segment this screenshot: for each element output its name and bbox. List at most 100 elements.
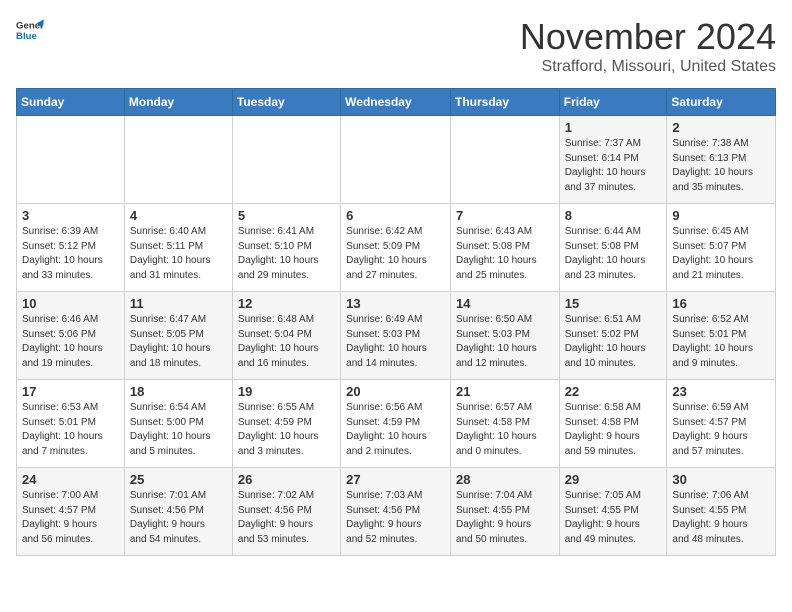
day-info: Sunrise: 6:48 AM Sunset: 5:04 PM Dayligh… <box>238 313 335 371</box>
day-info: Sunrise: 6:43 AM Sunset: 5:08 PM Dayligh… <box>456 225 554 283</box>
day-info: Sunrise: 6:44 AM Sunset: 5:08 PM Dayligh… <box>565 225 662 283</box>
calendar-body: 1 Sunrise: 7:37 AM Sunset: 6:14 PM Daylig… <box>17 116 776 556</box>
day-number: 12 <box>238 296 335 311</box>
day-number: 6 <box>346 208 445 223</box>
day-number: 18 <box>130 384 227 399</box>
day-number: 1 <box>565 120 662 135</box>
day-number: 22 <box>565 384 662 399</box>
calendar-cell: 11 Sunrise: 6:47 AM Sunset: 5:05 PM Dayli… <box>124 292 232 380</box>
calendar-cell: 4 Sunrise: 6:40 AM Sunset: 5:11 PM Daylig… <box>124 204 232 292</box>
day-info: Sunrise: 6:45 AM Sunset: 5:07 PM Dayligh… <box>672 225 770 283</box>
day-info: Sunrise: 6:46 AM Sunset: 5:06 PM Dayligh… <box>22 313 119 371</box>
calendar-cell: 24 Sunrise: 7:00 AM Sunset: 4:57 PM Dayli… <box>17 468 125 556</box>
calendar-cell: 1 Sunrise: 7:37 AM Sunset: 6:14 PM Daylig… <box>559 116 667 204</box>
day-info: Sunrise: 6:56 AM Sunset: 4:59 PM Dayligh… <box>346 401 445 459</box>
calendar-cell: 19 Sunrise: 6:55 AM Sunset: 4:59 PM Dayli… <box>232 380 340 468</box>
day-number: 21 <box>456 384 554 399</box>
calendar-cell <box>450 116 559 204</box>
calendar-cell: 3 Sunrise: 6:39 AM Sunset: 5:12 PM Daylig… <box>17 204 125 292</box>
day-of-week-header: Saturday <box>667 89 776 116</box>
calendar-table: SundayMondayTuesdayWednesdayThursdayFrid… <box>16 88 776 556</box>
day-number: 10 <box>22 296 119 311</box>
day-number: 17 <box>22 384 119 399</box>
day-info: Sunrise: 6:53 AM Sunset: 5:01 PM Dayligh… <box>22 401 119 459</box>
day-number: 3 <box>22 208 119 223</box>
day-info: Sunrise: 6:58 AM Sunset: 4:58 PM Dayligh… <box>565 401 662 459</box>
day-info: Sunrise: 7:01 AM Sunset: 4:56 PM Dayligh… <box>130 489 227 547</box>
calendar-cell: 13 Sunrise: 6:49 AM Sunset: 5:03 PM Dayli… <box>341 292 451 380</box>
calendar-cell: 18 Sunrise: 6:54 AM Sunset: 5:00 PM Dayli… <box>124 380 232 468</box>
calendar-cell: 25Sunrise: 7:01 AM Sunset: 4:56 PM Dayli… <box>124 468 232 556</box>
day-info: Sunrise: 6:50 AM Sunset: 5:03 PM Dayligh… <box>456 313 554 371</box>
calendar-week-row: 3 Sunrise: 6:39 AM Sunset: 5:12 PM Daylig… <box>17 204 776 292</box>
calendar-week-row: 1 Sunrise: 7:37 AM Sunset: 6:14 PM Daylig… <box>17 116 776 204</box>
location: Strafford, Missouri, United States <box>520 58 776 76</box>
calendar-cell: 5Sunrise: 6:41 AM Sunset: 5:10 PM Daylig… <box>232 204 340 292</box>
calendar-cell: 20 Sunrise: 6:56 AM Sunset: 4:59 PM Dayli… <box>341 380 451 468</box>
day-info: Sunrise: 6:59 AM Sunset: 4:57 PM Dayligh… <box>672 401 770 459</box>
day-info: Sunrise: 7:37 AM Sunset: 6:14 PM Dayligh… <box>565 137 662 195</box>
day-number: 20 <box>346 384 445 399</box>
day-info: Sunrise: 7:02 AM Sunset: 4:56 PM Dayligh… <box>238 489 335 547</box>
svg-text:Blue: Blue <box>16 31 37 42</box>
logo: General Blue <box>16 16 44 44</box>
title-area: November 2024 Strafford, Missouri, Unite… <box>520 16 776 76</box>
day-number: 24 <box>22 472 119 487</box>
page-header: General Blue November 2024 Strafford, Mi… <box>16 16 776 76</box>
day-info: Sunrise: 6:47 AM Sunset: 5:05 PM Dayligh… <box>130 313 227 371</box>
day-info: Sunrise: 7:06 AM Sunset: 4:55 PM Dayligh… <box>672 489 770 547</box>
calendar-cell: 30 Sunrise: 7:06 AM Sunset: 4:55 PM Dayli… <box>667 468 776 556</box>
calendar-cell <box>232 116 340 204</box>
calendar-header-row: SundayMondayTuesdayWednesdayThursdayFrid… <box>17 89 776 116</box>
calendar-week-row: 17 Sunrise: 6:53 AM Sunset: 5:01 PM Dayli… <box>17 380 776 468</box>
calendar-cell: 17 Sunrise: 6:53 AM Sunset: 5:01 PM Dayli… <box>17 380 125 468</box>
day-of-week-header: Monday <box>124 89 232 116</box>
calendar-cell: 7 Sunrise: 6:43 AM Sunset: 5:08 PM Daylig… <box>450 204 559 292</box>
calendar-cell: 23Sunrise: 6:59 AM Sunset: 4:57 PM Dayli… <box>667 380 776 468</box>
day-number: 26 <box>238 472 335 487</box>
day-info: Sunrise: 7:00 AM Sunset: 4:57 PM Dayligh… <box>22 489 119 547</box>
calendar-cell <box>17 116 125 204</box>
day-number: 19 <box>238 384 335 399</box>
day-of-week-header: Sunday <box>17 89 125 116</box>
day-number: 2 <box>672 120 770 135</box>
day-info: Sunrise: 6:52 AM Sunset: 5:01 PM Dayligh… <box>672 313 770 371</box>
day-info: Sunrise: 6:54 AM Sunset: 5:00 PM Dayligh… <box>130 401 227 459</box>
day-number: 16 <box>672 296 770 311</box>
day-info: Sunrise: 6:57 AM Sunset: 4:58 PM Dayligh… <box>456 401 554 459</box>
calendar-cell: 2 Sunrise: 7:38 AM Sunset: 6:13 PM Daylig… <box>667 116 776 204</box>
day-info: Sunrise: 6:55 AM Sunset: 4:59 PM Dayligh… <box>238 401 335 459</box>
day-number: 30 <box>672 472 770 487</box>
day-info: Sunrise: 6:40 AM Sunset: 5:11 PM Dayligh… <box>130 225 227 283</box>
day-number: 14 <box>456 296 554 311</box>
day-number: 13 <box>346 296 445 311</box>
calendar-cell: 26 Sunrise: 7:02 AM Sunset: 4:56 PM Dayli… <box>232 468 340 556</box>
day-number: 7 <box>456 208 554 223</box>
day-info: Sunrise: 7:04 AM Sunset: 4:55 PM Dayligh… <box>456 489 554 547</box>
calendar-cell: 10 Sunrise: 6:46 AM Sunset: 5:06 PM Dayli… <box>17 292 125 380</box>
day-of-week-header: Tuesday <box>232 89 340 116</box>
calendar-cell: 14 Sunrise: 6:50 AM Sunset: 5:03 PM Dayli… <box>450 292 559 380</box>
calendar-cell: 21 Sunrise: 6:57 AM Sunset: 4:58 PM Dayli… <box>450 380 559 468</box>
day-number: 8 <box>565 208 662 223</box>
calendar-cell: 27Sunrise: 7:03 AM Sunset: 4:56 PM Dayli… <box>341 468 451 556</box>
calendar-cell: 9 Sunrise: 6:45 AM Sunset: 5:07 PM Daylig… <box>667 204 776 292</box>
day-info: Sunrise: 6:42 AM Sunset: 5:09 PM Dayligh… <box>346 225 445 283</box>
day-number: 9 <box>672 208 770 223</box>
calendar-cell: 22 Sunrise: 6:58 AM Sunset: 4:58 PM Dayli… <box>559 380 667 468</box>
day-number: 15 <box>565 296 662 311</box>
calendar-week-row: 24 Sunrise: 7:00 AM Sunset: 4:57 PM Dayli… <box>17 468 776 556</box>
day-info: Sunrise: 7:05 AM Sunset: 4:55 PM Dayligh… <box>565 489 662 547</box>
day-info: Sunrise: 6:49 AM Sunset: 5:03 PM Dayligh… <box>346 313 445 371</box>
day-number: 4 <box>130 208 227 223</box>
calendar-cell: 29Sunrise: 7:05 AM Sunset: 4:55 PM Dayli… <box>559 468 667 556</box>
day-info: Sunrise: 6:41 AM Sunset: 5:10 PM Dayligh… <box>238 225 335 283</box>
day-info: Sunrise: 7:38 AM Sunset: 6:13 PM Dayligh… <box>672 137 770 195</box>
day-number: 11 <box>130 296 227 311</box>
day-info: Sunrise: 6:51 AM Sunset: 5:02 PM Dayligh… <box>565 313 662 371</box>
day-of-week-header: Wednesday <box>341 89 451 116</box>
day-of-week-header: Friday <box>559 89 667 116</box>
calendar-cell: 15 Sunrise: 6:51 AM Sunset: 5:02 PM Dayli… <box>559 292 667 380</box>
calendar-cell: 6 Sunrise: 6:42 AM Sunset: 5:09 PM Daylig… <box>341 204 451 292</box>
day-info: Sunrise: 6:39 AM Sunset: 5:12 PM Dayligh… <box>22 225 119 283</box>
